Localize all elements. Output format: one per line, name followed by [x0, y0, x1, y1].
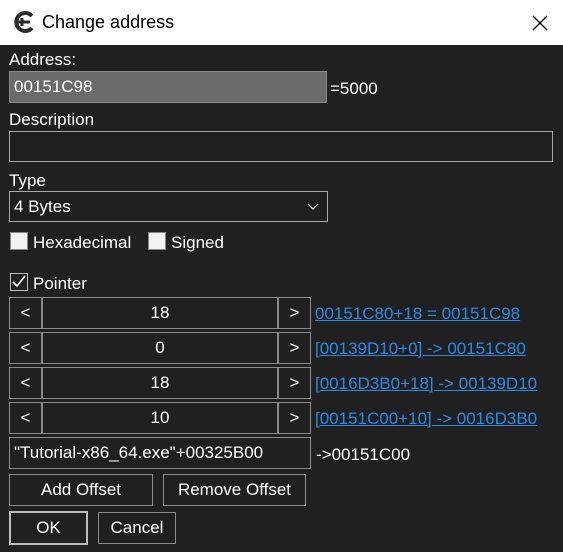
signed-checkbox[interactable] [148, 232, 166, 250]
description-label: Description [9, 110, 95, 129]
offset-decrement-button[interactable]: < [9, 297, 42, 329]
offset-decrement-button[interactable]: < [9, 367, 42, 399]
address-input[interactable]: 00151C98 [9, 71, 327, 103]
base-address-input[interactable]: "Tutorial-x86_64.exe"+00325B00 [9, 437, 311, 469]
offset-input[interactable]: 10 [42, 402, 278, 434]
ok-button[interactable]: OK [9, 511, 88, 545]
window-title: Change address [42, 12, 175, 32]
offset-decrement-button[interactable]: < [9, 332, 42, 364]
offset-address-link[interactable]: [0016D3B0+18] -> 00139D10 [315, 374, 537, 394]
remove-offset-button[interactable]: Remove Offset [163, 474, 306, 506]
offset-increment-button[interactable]: > [278, 367, 311, 399]
description-input[interactable] [9, 131, 553, 162]
address-label: Address: [9, 50, 77, 69]
cancel-button[interactable]: Cancel [98, 512, 176, 544]
offset-increment-button[interactable]: > [278, 402, 311, 434]
offset-address-link[interactable]: 00151C80+18 = 00151C98 [315, 304, 520, 324]
close-icon [532, 15, 548, 30]
offset-increment-button[interactable]: > [278, 332, 311, 364]
add-offset-button[interactable]: Add Offset [9, 474, 153, 506]
type-label: Type [9, 171, 46, 190]
signed-label: Signed [171, 233, 224, 252]
type-select[interactable]: 4 Bytes [9, 191, 328, 222]
hexadecimal-checkbox[interactable] [10, 232, 28, 250]
type-selected-value: 4 Bytes [14, 197, 71, 216]
checkmark-icon [12, 275, 26, 288]
offset-input[interactable]: 18 [42, 367, 278, 399]
pointer-label: Pointer [33, 274, 87, 293]
close-button[interactable] [517, 0, 563, 45]
title-bar: Change address [0, 0, 563, 45]
offset-input[interactable]: 0 [42, 332, 278, 364]
base-address-result: ->00151C00 [316, 445, 411, 464]
offset-decrement-button[interactable]: < [9, 402, 42, 434]
offset-increment-button[interactable]: > [278, 297, 311, 329]
offset-address-link[interactable]: [00139D10+0] -> 00151C80 [315, 339, 526, 359]
chevron-down-icon [307, 203, 319, 210]
address-value: =5000 [330, 79, 378, 98]
offset-input[interactable]: 18 [42, 297, 278, 329]
offset-address-link[interactable]: [00151C00+10] -> 0016D3B0 [315, 409, 537, 429]
cheat-engine-icon [14, 11, 34, 33]
hexadecimal-label: Hexadecimal [33, 233, 132, 252]
pointer-checkbox[interactable] [10, 273, 28, 291]
